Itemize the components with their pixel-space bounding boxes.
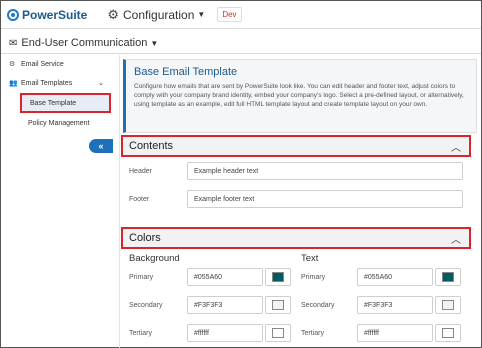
info-card: Base Email Template Configure how emails…	[123, 59, 477, 133]
bg-tertiary-color-picker[interactable]	[265, 324, 291, 342]
header-input[interactable]: Example header text	[187, 162, 463, 180]
bg-tertiary-label: Tertiary	[129, 330, 152, 337]
footer-label: Footer	[129, 196, 150, 203]
bg-primary-color-picker[interactable]	[265, 268, 291, 286]
sidebar-item-email-templates[interactable]: 👥 Email Templates ⌄	[1, 76, 116, 90]
envelope-icon: ✉	[9, 37, 18, 49]
header-label: Header	[129, 168, 152, 175]
text-secondary-color-picker[interactable]	[435, 296, 461, 314]
color-swatch	[272, 300, 284, 310]
main-content: Base Email Template Configure how emails…	[119, 55, 481, 348]
section-title: End-User Communication	[21, 37, 148, 49]
sidebar: ⚙ Email Service 👥 Email Templates ⌄ Base…	[1, 55, 116, 127]
text-secondary-label: Secondary	[301, 302, 335, 309]
sidebar-item-label: Email Service	[21, 60, 64, 68]
text-primary-label: Primary	[301, 274, 326, 281]
environment-badge: Dev	[217, 7, 242, 22]
divider	[119, 55, 120, 348]
color-swatch	[272, 328, 284, 338]
caret-down-icon: ▼	[197, 10, 206, 19]
chevron-down-icon: ⌄	[98, 80, 104, 87]
page-description: Configure how emails that are sent by Po…	[134, 83, 464, 108]
configuration-label: Configuration	[123, 7, 195, 22]
chevron-up-icon[interactable]: ︿	[451, 139, 461, 154]
text-primary-input[interactable]: #055A60	[357, 268, 433, 286]
section-selector[interactable]: ✉ End-User Communication ▼	[9, 37, 158, 49]
sidebar-item-policy-management[interactable]: Policy Management	[1, 115, 89, 131]
footer-input[interactable]: Example footer text	[187, 190, 463, 208]
contents-panel-header[interactable]: Contents ︿	[121, 135, 471, 157]
color-swatch	[442, 328, 454, 338]
bg-secondary-color-picker[interactable]	[265, 296, 291, 314]
gear-icon: ⚙	[107, 6, 120, 22]
panel-title: Contents	[129, 140, 174, 152]
people-icon: 👥	[9, 80, 18, 87]
page-title: Base Email Template	[134, 66, 238, 78]
color-swatch	[272, 272, 284, 282]
text-column-title: Text	[301, 253, 319, 264]
chevron-up-icon[interactable]: ︿	[451, 231, 461, 246]
text-tertiary-input[interactable]: #ffffff	[357, 324, 433, 342]
bg-primary-input[interactable]: #055A60	[187, 268, 263, 286]
configuration-menu[interactable]: ⚙ Configuration ▼	[107, 7, 205, 23]
bg-secondary-input[interactable]: #F3F3F3	[187, 296, 263, 314]
sidebar-item-label: Policy Management	[28, 119, 90, 127]
sidebar-item-label: Base Template	[30, 99, 77, 107]
collapse-sidebar-button[interactable]: «	[89, 139, 113, 153]
sidebar-item-base-template[interactable]: Base Template	[20, 93, 111, 113]
top-bar: PowerSuite ⚙ Configuration ▼ Dev	[1, 1, 481, 29]
color-swatch	[442, 300, 454, 310]
color-swatch	[442, 272, 454, 282]
caret-down-icon: ▼	[150, 38, 159, 48]
text-tertiary-color-picker[interactable]	[435, 324, 461, 342]
gear-icon: ⚙	[9, 61, 16, 68]
sidebar-item-email-service[interactable]: ⚙ Email Service	[1, 57, 116, 71]
colors-panel-header[interactable]: Colors ︿	[121, 227, 471, 249]
bg-tertiary-input[interactable]: #ffffff	[187, 324, 263, 342]
brand-name: PowerSuite	[22, 7, 88, 22]
panel-title: Colors	[129, 232, 161, 244]
sidebar-item-label: Email Templates	[21, 79, 73, 87]
text-primary-color-picker[interactable]	[435, 268, 461, 286]
text-tertiary-label: Tertiary	[301, 330, 324, 337]
background-column-title: Background	[129, 253, 180, 264]
text-secondary-input[interactable]: #F3F3F3	[357, 296, 433, 314]
bg-primary-label: Primary	[129, 274, 154, 281]
bg-secondary-label: Secondary	[129, 302, 163, 309]
divider	[1, 53, 481, 54]
powersuite-logo-icon	[7, 8, 19, 21]
powersuite-logo[interactable]: PowerSuite	[7, 8, 87, 22]
